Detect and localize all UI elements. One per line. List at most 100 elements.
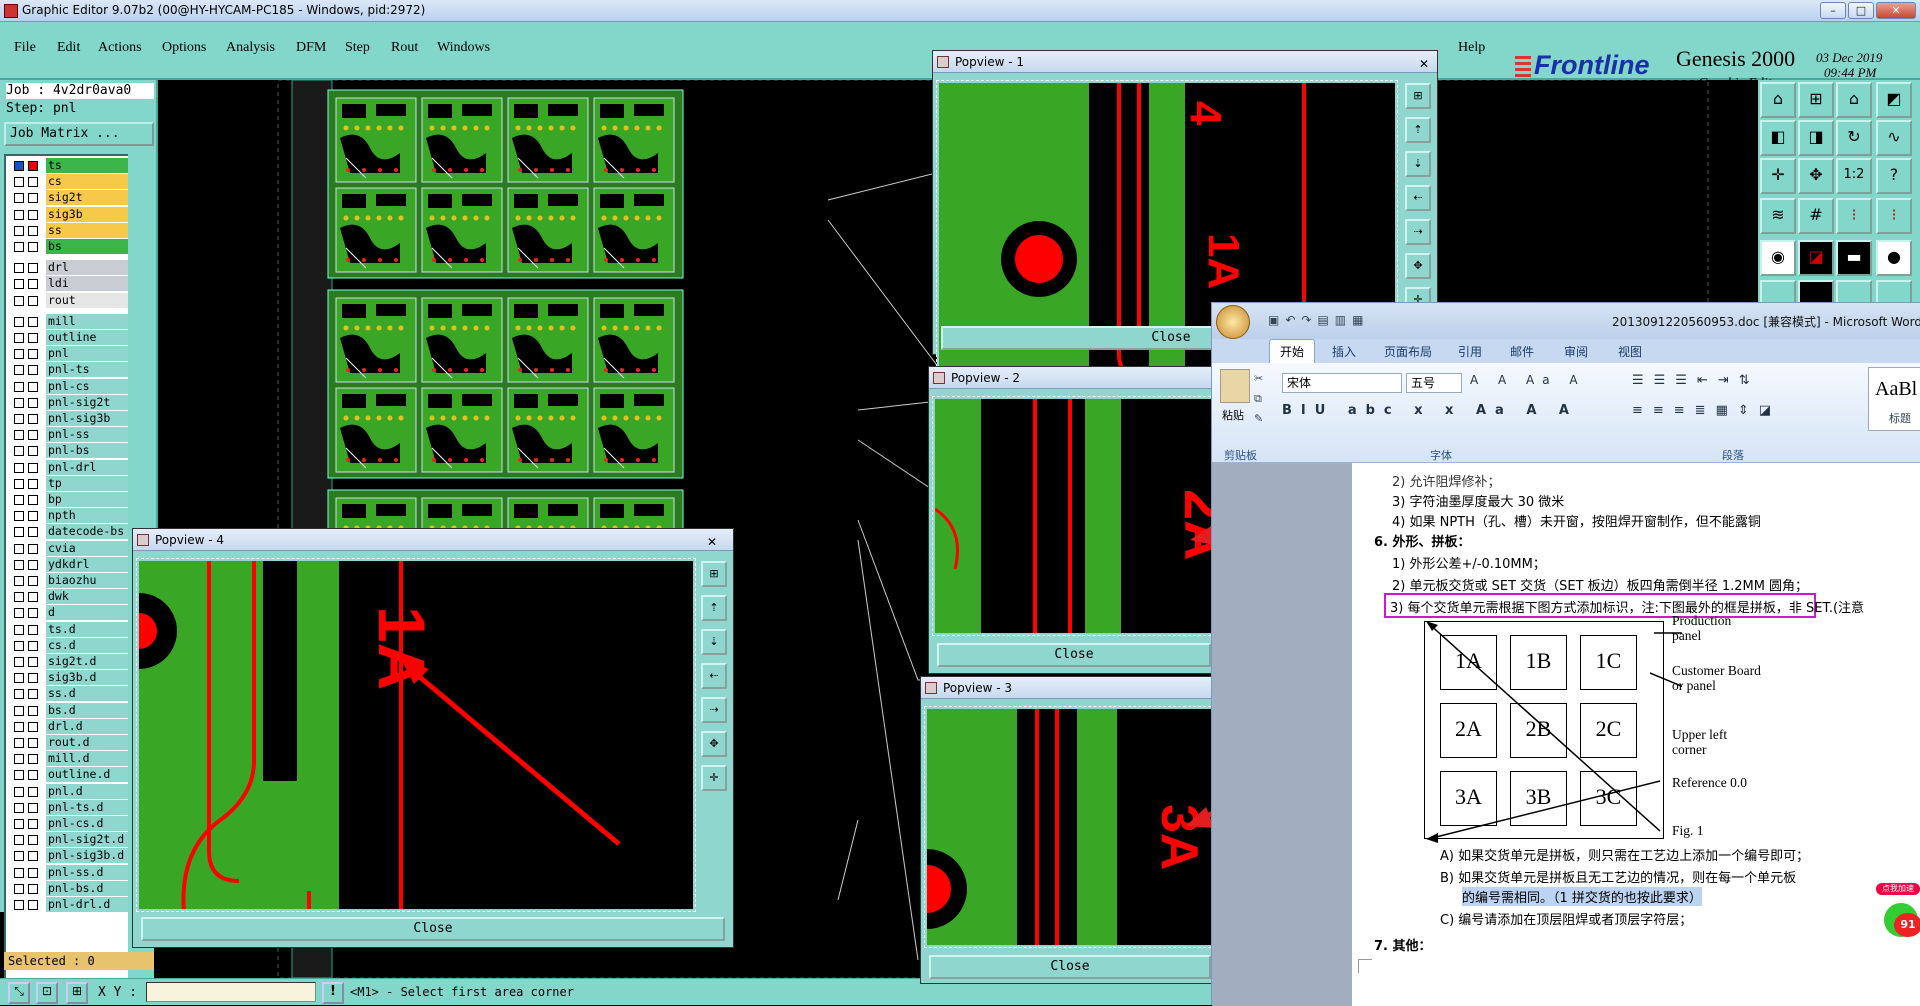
- popview-down-icon[interactable]: ⇣: [1405, 151, 1431, 177]
- layer-affected-checkbox[interactable]: [28, 209, 38, 220]
- popview-4-view[interactable]: 1A: [136, 558, 696, 912]
- layer-name[interactable]: ss.d: [46, 686, 134, 702]
- select-tool-icon[interactable]: ⤡: [8, 982, 30, 1004]
- layer-checkbox[interactable]: [14, 786, 24, 797]
- layer-name[interactable]: pnl-ts: [46, 362, 134, 378]
- job-matrix-button[interactable]: Job Matrix ...: [4, 122, 154, 146]
- menu-options[interactable]: Options: [162, 40, 206, 56]
- popview-fit-icon[interactable]: ✥: [701, 731, 727, 757]
- layer-checkbox[interactable]: [14, 495, 24, 505]
- layer-row[interactable]: outline.d: [12, 767, 134, 783]
- layer-affected-checkbox[interactable]: [28, 279, 38, 290]
- layer-checkbox[interactable]: [14, 511, 24, 522]
- fill-icon[interactable]: ≋: [1760, 198, 1796, 234]
- layer-affected-checkbox[interactable]: [28, 721, 38, 732]
- layer-affected-checkbox[interactable]: [28, 316, 38, 327]
- layer-affected-checkbox[interactable]: [28, 705, 38, 716]
- tab-mailings[interactable]: 邮件: [1510, 343, 1534, 360]
- layer-name[interactable]: mill: [46, 313, 134, 329]
- layer-checkbox[interactable]: [14, 624, 24, 635]
- layer-affected-checkbox[interactable]: [28, 177, 38, 188]
- popview-up-icon[interactable]: ⇡: [1405, 117, 1431, 143]
- layers-alt-icon[interactable]: ⁝: [1876, 198, 1912, 234]
- layer-row[interactable]: pnl: [12, 346, 134, 362]
- layer-row[interactable]: cs.d: [12, 637, 134, 654]
- layer-name[interactable]: cs.d: [46, 637, 134, 653]
- layer-row[interactable]: pnl-sig3b.d: [12, 848, 134, 864]
- layer-affected-checkbox[interactable]: [28, 900, 38, 910]
- layer-checkbox[interactable]: [14, 835, 24, 846]
- layer-name[interactable]: sig2t: [46, 190, 134, 206]
- layer-checkbox[interactable]: [14, 543, 24, 554]
- layer-row[interactable]: ss.d: [12, 686, 134, 702]
- layer-affected-checkbox[interactable]: [28, 689, 38, 700]
- clipboard-icons[interactable]: ✂ ⧉ ✎: [1254, 369, 1263, 429]
- layer-row[interactable]: ydkdrl: [12, 556, 134, 573]
- layer-row[interactable]: bs: [12, 239, 134, 255]
- layer-name[interactable]: pnl-sig2t: [46, 394, 134, 410]
- layer-affected-checkbox[interactable]: [28, 640, 38, 651]
- layer-row[interactable]: pnl-cs.d: [12, 816, 134, 832]
- layer-row[interactable]: ldi: [12, 276, 134, 292]
- help-icon[interactable]: ?: [1876, 158, 1912, 194]
- layer-row[interactable]: sig2t.d: [12, 654, 134, 670]
- layer-affected-checkbox[interactable]: [28, 193, 38, 204]
- layer-affected-checkbox[interactable]: [28, 883, 38, 894]
- layer-checkbox[interactable]: [14, 414, 24, 424]
- layer-row[interactable]: mill.d: [12, 751, 134, 767]
- layer-name[interactable]: cs: [46, 174, 134, 190]
- layer-checkbox[interactable]: [14, 446, 24, 457]
- layer-name[interactable]: bs: [46, 239, 134, 254]
- layer-affected-checkbox[interactable]: [28, 225, 38, 236]
- layer-name[interactable]: d: [46, 605, 134, 621]
- layer-checkbox[interactable]: [14, 462, 24, 473]
- tab-insert[interactable]: 插入: [1332, 343, 1356, 360]
- layer-name[interactable]: rout.d: [46, 735, 134, 750]
- measure-icon[interactable]: ✛: [1760, 158, 1796, 194]
- layer-name[interactable]: outline: [46, 330, 134, 345]
- layer-affected-checkbox[interactable]: [28, 624, 38, 635]
- layer-row[interactable]: pnl-ss.d: [12, 864, 134, 881]
- layer-row[interactable]: drl: [12, 260, 134, 276]
- menu-step[interactable]: Step: [345, 40, 370, 56]
- layer-row[interactable]: pnl-ts.d: [12, 799, 134, 816]
- popview-3-view[interactable]: 3A: [924, 706, 1216, 948]
- grid-tool-icon[interactable]: ⊞: [66, 982, 88, 1004]
- minimize-button[interactable]: –: [1820, 2, 1846, 19]
- layer-name[interactable]: rout: [46, 292, 134, 308]
- layer-row[interactable]: pnl-cs: [12, 378, 134, 395]
- layer-name[interactable]: sig3b.d: [46, 670, 134, 686]
- layer-row[interactable]: outline: [12, 330, 134, 346]
- layer-affected-checkbox[interactable]: [28, 430, 38, 441]
- snap-icon[interactable]: ∿: [1876, 120, 1912, 156]
- layer-checkbox[interactable]: [14, 316, 24, 327]
- layer-row[interactable]: pnl-sig3b: [12, 411, 134, 427]
- layer-affected-checkbox[interactable]: [28, 365, 38, 376]
- layer-row[interactable]: datecode-bs: [12, 524, 134, 540]
- layer-row[interactable]: pnl.d: [12, 783, 134, 800]
- layer-affected-checkbox[interactable]: [28, 673, 38, 684]
- popview-zoom-icon[interactable]: ⊞: [1405, 83, 1431, 109]
- paragraph-buttons-1[interactable]: ☰☰☰⇤⇥⇅: [1632, 373, 1760, 388]
- layer-name[interactable]: drl.d: [46, 718, 134, 734]
- layer-affected-checkbox[interactable]: [28, 657, 38, 667]
- layer-affected-checkbox[interactable]: [28, 770, 38, 781]
- layer-row[interactable]: d: [12, 605, 134, 621]
- layer-checkbox[interactable]: [14, 867, 24, 878]
- paragraph-buttons-2[interactable]: ≡≡≡≣▦⇕◪: [1632, 403, 1781, 418]
- grid-icon[interactable]: #: [1798, 198, 1834, 234]
- font-size-select[interactable]: 五号: [1406, 373, 1462, 393]
- layer-name[interactable]: bp: [46, 492, 134, 507]
- layer-affected-checkbox[interactable]: [28, 161, 38, 171]
- layer-checkbox[interactable]: [14, 576, 24, 586]
- tab-view[interactable]: 视图: [1618, 343, 1642, 360]
- layer-row[interactable]: sig2t: [12, 190, 134, 206]
- menu-actions[interactable]: Actions: [98, 40, 142, 56]
- layer-checkbox[interactable]: [14, 209, 24, 220]
- layer-row[interactable]: pnl-sig2t: [12, 394, 134, 411]
- layer-affected-checkbox[interactable]: [28, 559, 38, 570]
- layer-name[interactable]: outline.d: [46, 767, 134, 783]
- layer-row[interactable]: pnl-drl: [12, 459, 134, 476]
- paste-label[interactable]: 粘贴: [1222, 407, 1244, 423]
- menu-windows[interactable]: Windows: [437, 40, 490, 56]
